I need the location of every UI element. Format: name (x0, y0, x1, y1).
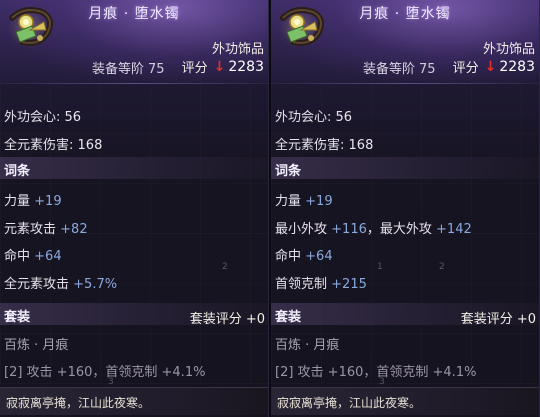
item-name: 月痕 · 堕水镯 (88, 6, 180, 22)
score-label: 评分 (181, 61, 208, 76)
flavor-box: 寂寂离亭掩，江山此夜寒。 (0, 387, 268, 415)
affix-section-title: 词条 (4, 164, 31, 179)
equip-level-value: 75 (419, 62, 436, 77)
base-stat-row: 全元素伤害: 168 (275, 138, 374, 153)
flavor-box: 寂寂离亭掩，江山此夜寒。 (271, 387, 539, 415)
score-value: 2283 (228, 58, 264, 75)
base-stat-row: 全元素伤害: 168 (4, 138, 103, 153)
affix-row: 命中 +64 (4, 249, 62, 264)
item-score: 评分 ↓ 2283 (452, 57, 535, 77)
arrow-down-icon: ↓ (484, 58, 497, 75)
item-score: 评分 ↓ 2283 (181, 57, 264, 77)
base-stat-row: 外功会心: 56 (4, 110, 82, 125)
base-stat-row: 外功会心: 56 (275, 110, 353, 125)
affix-section-bar (271, 157, 539, 179)
affix-row: 命中 +64 (275, 249, 333, 264)
arrow-down-icon: ↓ (213, 58, 226, 75)
affix-row: 力量 +19 (4, 194, 62, 209)
affix-section-title: 词条 (275, 164, 302, 179)
score-value: 2283 (499, 58, 535, 75)
set-section-title: 套装 (4, 310, 31, 325)
affix-row: 全元素攻击 +5.7% (4, 277, 118, 292)
set-name: 百炼 · 月痕 (4, 338, 69, 353)
set-effect: [2] 攻击 +160，首领克制 +4.1% (4, 365, 206, 380)
score-label: 评分 (452, 61, 479, 76)
item-tooltip-right: 1 2 3 月痕 · 堕水镯 外功饰品 装备等阶 75 评分 ↓ 2283 外功… (271, 0, 540, 417)
slot-number: 2 (222, 262, 228, 272)
item-type: 外功饰品 (482, 42, 535, 57)
flavor-text: 寂寂离亭掩，江山此夜寒。 (6, 396, 151, 410)
equip-level: 装备等阶 75 (92, 58, 165, 77)
set-effect: [2] 攻击 +160，首领克制 +4.1% (275, 365, 477, 380)
item-tooltip-left: 2 3 月痕 · 堕水镯 外功饰品 装备等阶 75 评分 ↓ 2283 外功会心… (0, 0, 269, 417)
slot-number: 2 (439, 262, 445, 272)
equip-level-label: 装备等阶 (363, 62, 416, 77)
tooltip-header: 月痕 · 堕水镯 外功饰品 装备等阶 75 评分 ↓ 2283 (0, 0, 268, 84)
flavor-text: 寂寂离亭掩，江山此夜寒。 (277, 396, 422, 410)
tooltip-header: 月痕 · 堕水镯 外功饰品 装备等阶 75 评分 ↓ 2283 (271, 0, 539, 84)
set-name: 百炼 · 月痕 (275, 338, 340, 353)
affix-row: 力量 +19 (275, 194, 333, 209)
item-name: 月痕 · 堕水镯 (359, 6, 451, 22)
affix-row: 首领克制 +215 (275, 277, 367, 292)
affix-section-bar (0, 157, 268, 179)
equip-level: 装备等阶 75 (363, 58, 436, 77)
set-section-title: 套装 (275, 310, 302, 325)
slot-number: 1 (377, 262, 383, 272)
equip-level-label: 装备等阶 (92, 62, 145, 77)
affix-row: 元素攻击 +82 (4, 222, 88, 237)
set-score: 套装评分 +0 (460, 312, 536, 327)
equip-level-value: 75 (148, 62, 165, 77)
item-type: 外功饰品 (211, 42, 264, 57)
affix-row: 最小外攻 +116，最大外攻 +142 (275, 222, 472, 237)
set-score: 套装评分 +0 (189, 312, 265, 327)
